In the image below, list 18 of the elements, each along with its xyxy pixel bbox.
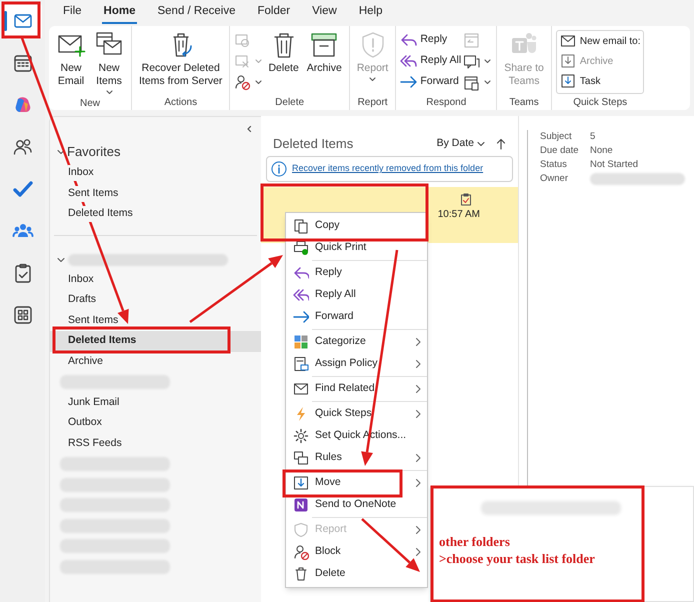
folder-title: Deleted Items [273, 135, 354, 154]
field-label: Status [540, 158, 568, 172]
group-label: Quick Steps [572, 96, 628, 110]
field-label: Owner [540, 172, 569, 186]
group-label: Report [356, 96, 389, 110]
annotation-text: other folders [439, 533, 511, 550]
message-time: 10:57 AM [438, 208, 480, 222]
group-label: New [78, 97, 101, 110]
field-value: None [590, 144, 613, 158]
group-label: Delete [274, 96, 306, 110]
annotation-text: >choose your task list folder [439, 550, 595, 567]
field-value: Not Started [590, 158, 638, 172]
field-label: Due date [540, 144, 580, 158]
group-label: Teams [508, 96, 540, 110]
group-label: Actions [163, 96, 198, 110]
group-label: Respond [425, 96, 468, 110]
field-value: 5 [590, 130, 596, 144]
field-label: Subject [540, 130, 573, 144]
